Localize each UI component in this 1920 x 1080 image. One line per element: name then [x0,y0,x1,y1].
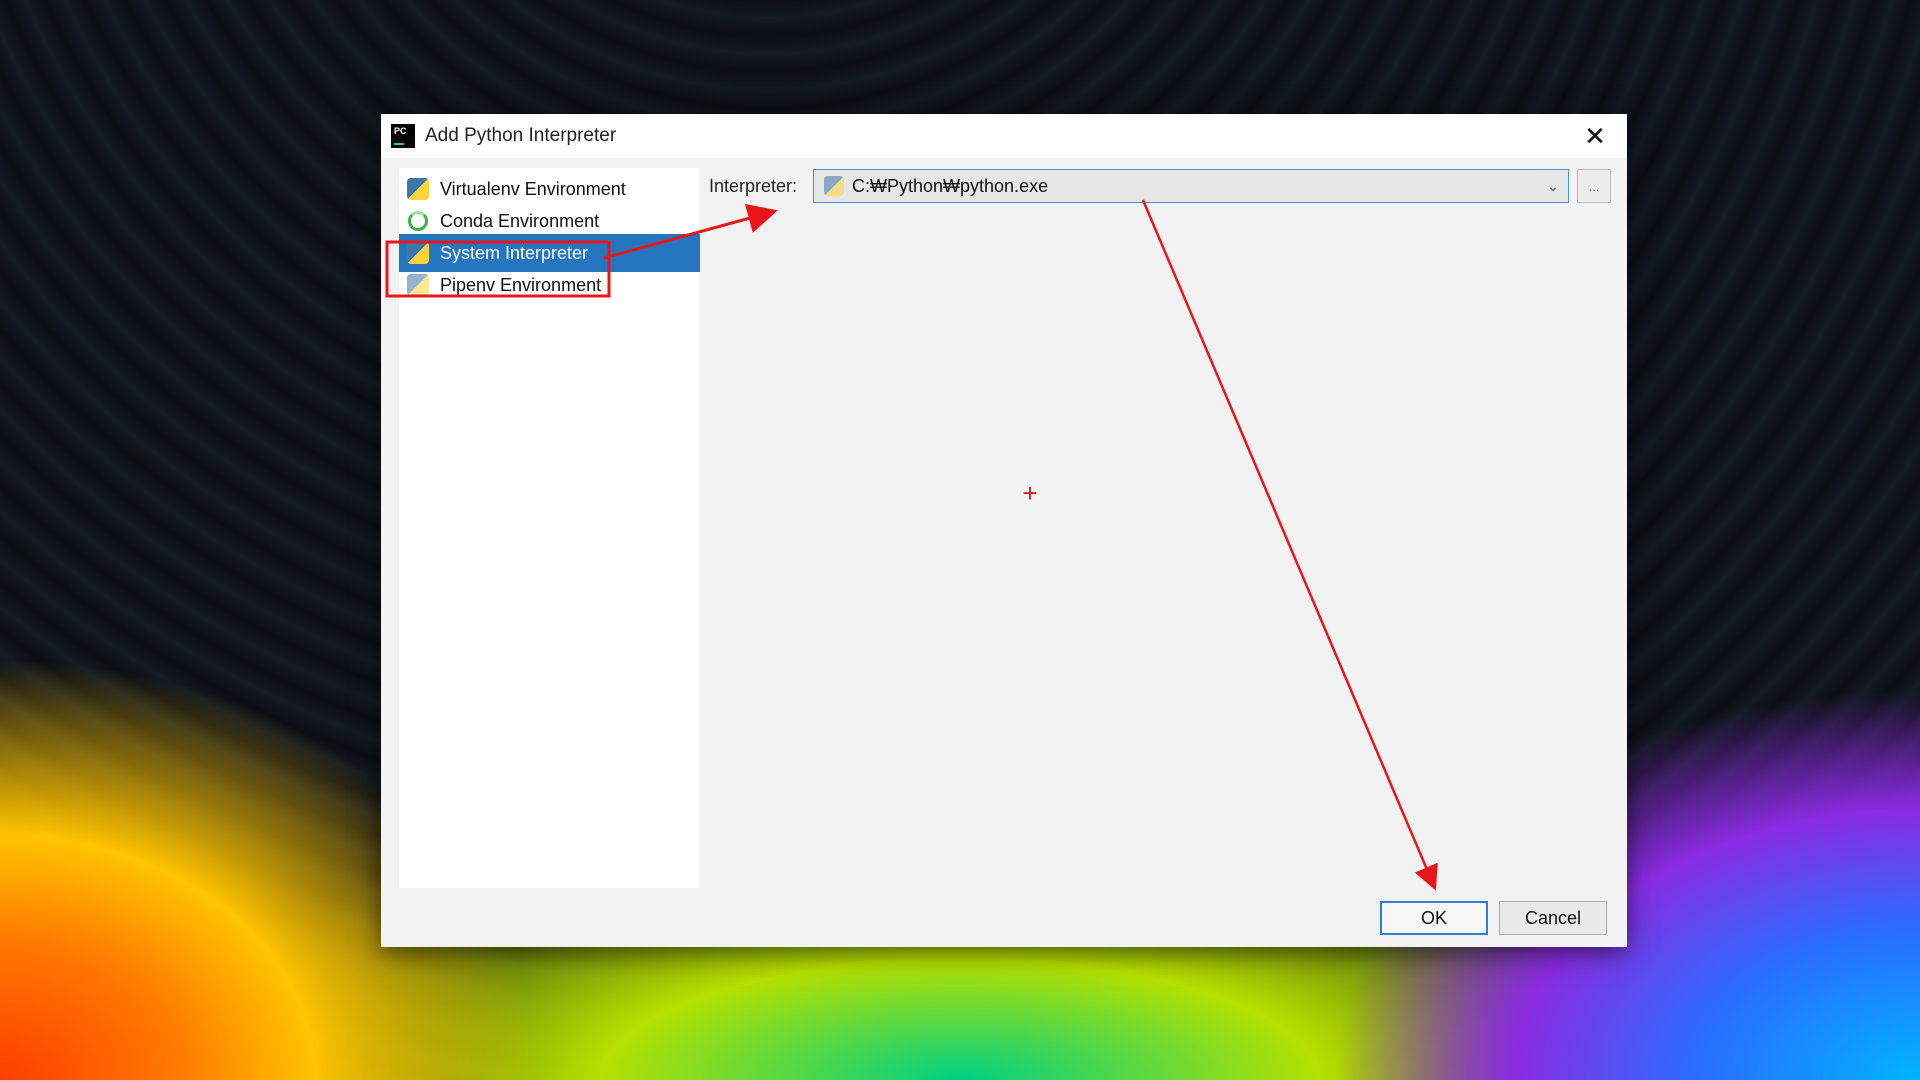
add-python-interpreter-dialog: PC Add Python Interpreter ✕ Virtualenv E… [381,114,1627,947]
pipenv-icon [407,274,429,296]
list-item-label: System Interpreter [440,242,589,263]
interpreter-path-value: C:₩Python₩python.exe [852,175,1049,196]
chevron-down-icon: ⌄ [1547,177,1559,194]
ok-button[interactable]: OK [1380,901,1488,935]
pycharm-icon: PC [391,124,415,148]
python-icon [407,242,429,264]
list-item-pipenv[interactable]: Pipenv Environment [399,266,700,304]
app-icon-text: PC [394,126,407,136]
virtualenv-icon [407,178,429,200]
python-icon [824,176,844,196]
close-icon: ✕ [1584,120,1606,151]
title-bar: PC Add Python Interpreter ✕ [381,114,1627,158]
conda-icon [407,210,429,232]
interpreter-dropdown[interactable]: C:₩Python₩python.exe ⌄ [813,169,1569,203]
list-item-label: Virtualenv Environment [440,178,626,199]
close-button[interactable]: ✕ [1563,114,1627,158]
list-item-label: Pipenv Environment [440,274,602,295]
list-item-label: Conda Environment [440,210,600,231]
cancel-button[interactable]: Cancel [1499,901,1607,935]
dialog-title: Add Python Interpreter [425,125,617,146]
interpreter-label: Interpreter: [709,176,798,196]
browse-button[interactable]: ... [1577,169,1611,203]
environment-type-list: Virtualenv Environment Conda Environment… [399,168,700,888]
